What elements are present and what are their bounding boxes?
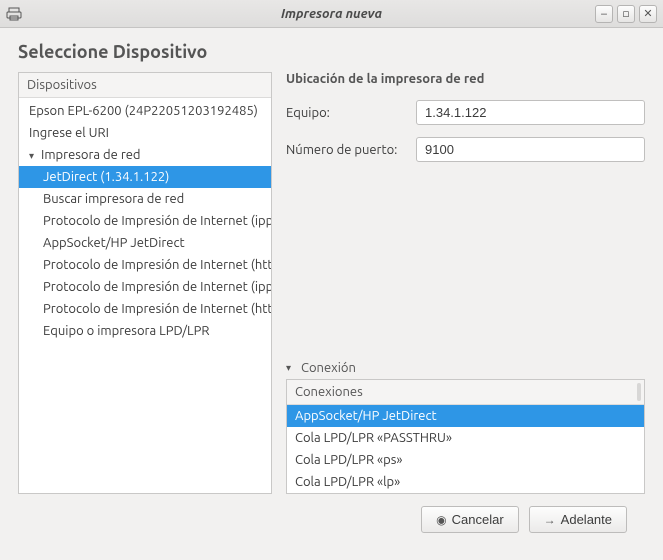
chevron-down-icon: ▾ <box>29 150 39 162</box>
device-item[interactable]: ▾Impresora de red <box>19 144 271 166</box>
device-item-label: Impresora de red <box>41 148 141 162</box>
device-item[interactable]: Equipo o impresora LPD/LPR <box>19 320 271 342</box>
connection-item[interactable]: Cola LPD/LPR «lp» <box>287 471 644 493</box>
forward-label: Adelante <box>561 512 612 527</box>
device-item[interactable]: Protocolo de Impresión de Internet (ipps… <box>19 276 271 298</box>
device-item-label: Epson EPL-6200 (24P22051203192485) <box>29 104 258 118</box>
device-item-label: AppSocket/HP JetDirect <box>43 236 185 250</box>
printer-icon <box>6 6 22 22</box>
host-row: Equipo: <box>286 100 645 125</box>
main-area: Dispositivos Epson EPL-6200 (24P22051203… <box>18 72 645 494</box>
device-item[interactable]: Buscar impresora de red <box>19 188 271 210</box>
host-input[interactable] <box>416 100 645 125</box>
device-item[interactable]: Protocolo de Impresión de Internet (http… <box>19 254 271 276</box>
window-title: Impresora nueva <box>0 7 663 21</box>
footer: ◉ Cancelar → Adelante <box>18 494 645 533</box>
minimize-button[interactable]: ‒ <box>595 5 613 23</box>
connection-expander[interactable]: ▾ Conexión <box>286 361 645 375</box>
close-button[interactable]: ✕ <box>639 5 657 23</box>
device-item[interactable]: Protocolo de Impresión de Internet (ipp) <box>19 210 271 232</box>
connection-list-wrap: Conexiones AppSocket/HP JetDirectCola LP… <box>286 379 645 494</box>
window-controls: ‒ ▫ ✕ <box>595 5 657 23</box>
devices-panel: Dispositivos Epson EPL-6200 (24P22051203… <box>18 72 272 494</box>
device-item[interactable]: Protocolo de Impresión de Internet (http… <box>19 298 271 320</box>
port-input[interactable] <box>416 137 645 162</box>
port-row: Número de puerto: <box>286 137 645 162</box>
cancel-button[interactable]: ◉ Cancelar <box>421 506 519 533</box>
connection-list-header: Conexiones <box>287 380 644 405</box>
connection-section: ▾ Conexión Conexiones AppSocket/HP JetDi… <box>286 361 645 494</box>
network-location-title: Ubicación de la impresora de red <box>286 72 645 86</box>
connection-item[interactable]: AppSocket/HP JetDirect <box>287 405 644 427</box>
device-item-label: JetDirect (1.34.1.122) <box>43 170 169 184</box>
cancel-icon: ◉ <box>436 513 446 527</box>
device-item-label: Protocolo de Impresión de Internet (http… <box>43 258 271 272</box>
device-item-label: Ingrese el URI <box>29 126 109 140</box>
chevron-down-icon: ▾ <box>286 362 296 374</box>
device-item-label: Protocolo de Impresión de Internet (ipp) <box>43 214 271 228</box>
cancel-label: Cancelar <box>452 512 504 527</box>
connection-section-label: Conexión <box>301 361 356 375</box>
device-item-label: Equipo o impresora LPD/LPR <box>43 324 210 338</box>
devices-list[interactable]: Epson EPL-6200 (24P22051203192485) Ingres… <box>19 98 271 493</box>
device-item-label: Buscar impresora de red <box>43 192 184 206</box>
titlebar: Impresora nueva ‒ ▫ ✕ <box>0 0 663 28</box>
port-label: Número de puerto: <box>286 143 416 157</box>
connection-item[interactable]: Cola LPD/LPR «ps» <box>287 449 644 471</box>
connection-list[interactable]: AppSocket/HP JetDirectCola LPD/LPR «PASS… <box>287 405 644 493</box>
right-panel: Ubicación de la impresora de red Equipo:… <box>286 72 645 494</box>
devices-header: Dispositivos <box>19 73 271 98</box>
device-item[interactable]: Epson EPL-6200 (24P22051203192485) <box>19 100 271 122</box>
page-title: Seleccione Dispositivo <box>18 42 645 62</box>
maximize-button[interactable]: ▫ <box>617 5 635 23</box>
device-item-label: Protocolo de Impresión de Internet (http… <box>43 302 271 316</box>
arrow-right-icon: → <box>544 513 556 527</box>
forward-button[interactable]: → Adelante <box>529 506 627 533</box>
device-item[interactable]: JetDirect (1.34.1.122) <box>19 166 271 188</box>
device-item[interactable]: AppSocket/HP JetDirect <box>19 232 271 254</box>
host-label: Equipo: <box>286 106 416 120</box>
device-item-label: Protocolo de Impresión de Internet (ipps… <box>43 280 271 294</box>
device-item[interactable]: Ingrese el URI <box>19 122 271 144</box>
content-area: Seleccione Dispositivo Dispositivos Epso… <box>0 28 663 545</box>
connection-item[interactable]: Cola LPD/LPR «PASSTHRU» <box>287 427 644 449</box>
